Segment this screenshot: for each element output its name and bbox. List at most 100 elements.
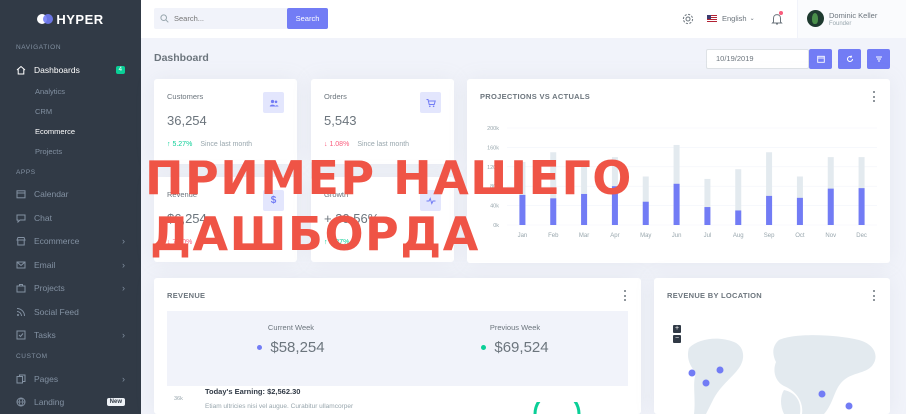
more-options-icon[interactable] [624, 290, 627, 301]
calendar-icon [16, 189, 26, 199]
chevron-right-icon: › [122, 283, 125, 294]
sidebar-subitem-projects[interactable]: Projects [0, 142, 141, 162]
mail-icon [16, 260, 26, 270]
earning-description: Etiam ultricies nisi vel augue. Curabitu… [205, 403, 354, 410]
actual-bar [858, 188, 865, 225]
current-week: Current Week $58,254 [191, 323, 391, 356]
sidebar-subitem-analytics[interactable]: Analytics [0, 82, 141, 102]
axis-tick: 36k [174, 396, 183, 402]
y-tick-label: 120k [487, 165, 499, 171]
actual-bar [673, 183, 680, 225]
y-tick-label: 160k [487, 145, 499, 151]
actual-bar [766, 195, 773, 225]
sidebar-item-label: Landing [34, 397, 65, 408]
new-badge: New [106, 398, 125, 407]
us-flag-icon [707, 15, 717, 22]
x-tick-label: Aug [733, 233, 744, 239]
sidebar-item-social-feed[interactable]: Social Feed [0, 300, 141, 324]
brand-name: HYPER [56, 11, 104, 27]
sidebar-item-label: Tasks [34, 330, 56, 341]
stat-footer: ↑ 5.27% Since last month [167, 141, 252, 148]
sidebar-subitem-crm[interactable]: CRM [0, 102, 141, 122]
page-title: Dashboard [154, 52, 209, 64]
chat-icon [16, 213, 26, 223]
chevron-right-icon: › [122, 330, 125, 341]
current-week-label: Current Week [267, 323, 315, 332]
stat-footer: ↓ 1.08% Since last month [324, 141, 409, 148]
world-map[interactable] [684, 328, 884, 414]
chevron-right-icon: › [122, 236, 125, 247]
actual-bar [550, 198, 557, 225]
refresh-button[interactable] [838, 49, 861, 69]
sidebar-item-projects[interactable]: Projects › [0, 277, 141, 301]
x-tick-label: Oct [795, 233, 805, 239]
language-selector[interactable]: English ⌄ [707, 14, 755, 23]
more-options-icon[interactable] [873, 290, 876, 301]
stat-label: Orders [324, 92, 347, 101]
sidebar-subitem-ecommerce[interactable]: Ecommerce [0, 122, 141, 142]
stat-value: 36,254 [167, 113, 207, 128]
orders-card: Orders 5,543 ↓ 1.08% Since last month [311, 79, 454, 164]
revenue-stat-card: Revenue $6,254 $ ↓ 7.00% [154, 177, 297, 262]
progress-ring [533, 402, 581, 414]
language-label: English [722, 14, 747, 23]
x-tick-label: Sep [764, 233, 775, 239]
trend-up: ↑ 4.87% [324, 239, 350, 246]
refresh-icon [846, 55, 853, 62]
zoom-out-button[interactable]: − [673, 335, 681, 343]
x-tick-label: May [640, 233, 651, 239]
card-title: Revenue By Location [667, 291, 763, 300]
gear-icon[interactable] [681, 12, 695, 26]
user-menu[interactable]: Dominic Keller Founder [797, 0, 906, 38]
calendar-button[interactable] [809, 49, 832, 69]
revenue-card: Revenue Current Week $58,254 Previous We… [154, 278, 641, 414]
sidebar-item-calendar[interactable]: Calendar [0, 183, 141, 207]
avatar [807, 10, 824, 27]
sidebar-item-landing[interactable]: Landing New [0, 391, 141, 414]
actual-bar [827, 188, 834, 225]
todays-earning: Today's Earning: $2,562.30 [205, 387, 301, 396]
map-marker [818, 390, 826, 398]
search-input[interactable] [174, 8, 286, 29]
stat-footer: ↑ 4.87% [324, 239, 357, 246]
actual-bar [611, 186, 618, 225]
projections-card: Projections Vs Actuals 0k 40k 80k 120k 160k 2… [467, 79, 890, 263]
logo[interactable]: HYPER [0, 0, 141, 38]
stat-label: Revenue [167, 190, 198, 199]
count-badge: 4 [115, 65, 125, 74]
sidebar-item-label: Social Feed [34, 306, 79, 317]
sidebar-item-pages[interactable]: Pages › [0, 367, 141, 391]
sidebar-item-chat[interactable]: Chat [0, 206, 141, 230]
sidebar-item-tasks[interactable]: Tasks › [0, 324, 141, 348]
location-card: Revenue By Location + − [654, 278, 890, 414]
stat-value: + 30.56% [324, 211, 380, 226]
sidebar-item-label: Pages [34, 373, 59, 384]
actual-bar [796, 197, 803, 225]
sidebar-item-label: Ecommerce [34, 236, 80, 247]
stat-label: Customers [167, 92, 204, 101]
sidebar-item-email[interactable]: Email › [0, 253, 141, 277]
sidebar-item-label: Chat [34, 212, 52, 223]
x-tick-label: Jul [704, 233, 712, 239]
chevron-right-icon: › [122, 259, 125, 270]
actual-bar [735, 210, 742, 225]
globe-icon [16, 397, 26, 408]
map-marker [716, 366, 724, 374]
search-button[interactable]: Search [287, 8, 328, 29]
briefcase-icon [16, 283, 26, 293]
y-tick-label: 40k [490, 204, 499, 210]
store-icon [16, 236, 26, 246]
map-marker [702, 379, 710, 387]
trend-down: ↓ 1.08% [324, 141, 350, 148]
sidebar-item-dashboards[interactable]: Dashboards 4 [0, 58, 141, 82]
filter-button[interactable] [867, 49, 890, 69]
y-tick-label: 200k [487, 126, 499, 132]
zoom-in-button[interactable]: + [673, 325, 681, 333]
x-tick-label: Nov [825, 233, 836, 239]
date-input[interactable]: 10/19/2019 [706, 49, 809, 69]
sidebar-item-ecommerce[interactable]: Ecommerce › [0, 230, 141, 254]
dollar-icon: $ [263, 190, 284, 211]
card-title: Revenue [167, 291, 206, 300]
actual-bar [581, 193, 588, 225]
chevron-right-icon: › [122, 373, 125, 384]
